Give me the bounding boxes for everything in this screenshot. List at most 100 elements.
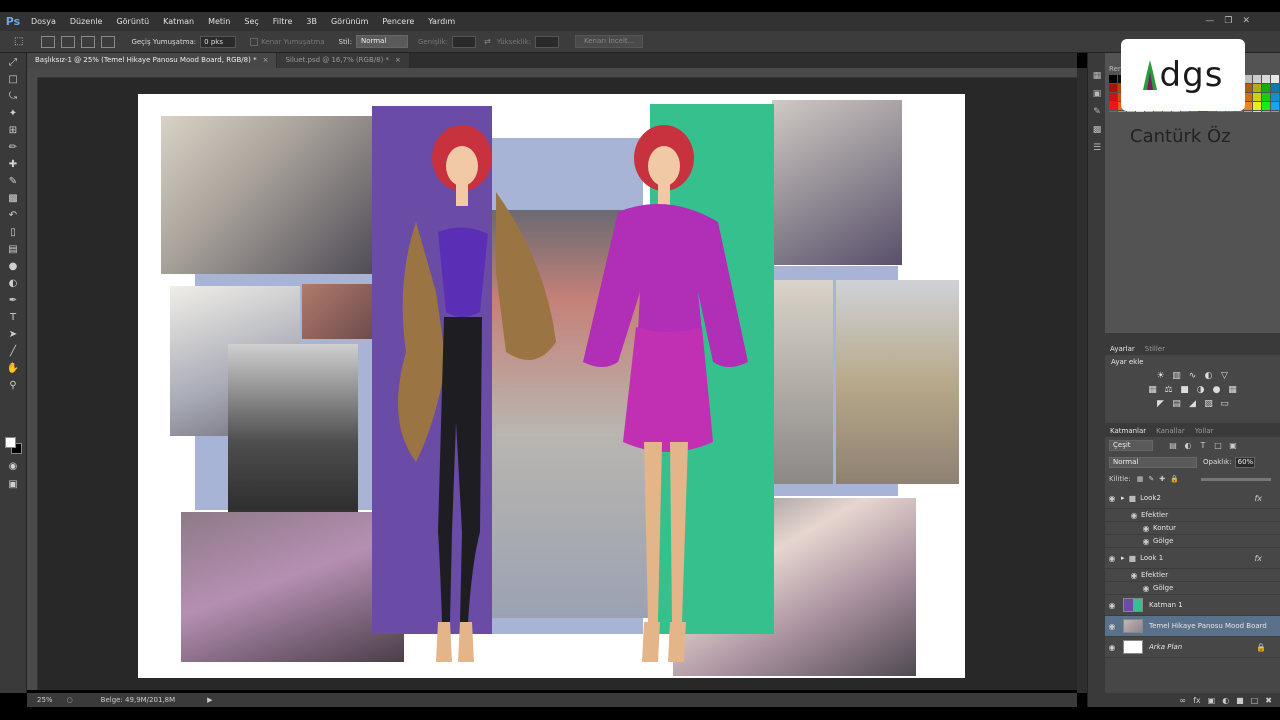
tab-channels[interactable]: Kanallar (1151, 427, 1190, 435)
status-menu-arrow-icon[interactable]: ▶ (207, 696, 212, 704)
close-icon[interactable]: ✕ (1242, 16, 1250, 26)
menu-help[interactable]: Yardım (421, 12, 462, 31)
visibility-eye-icon[interactable]: ◉ (1105, 643, 1119, 652)
marquee-tool-preset-icon[interactable]: ⬚ (14, 36, 23, 47)
new-selection-icon[interactable] (41, 35, 56, 48)
blur-tool-icon[interactable]: ● (6, 260, 20, 273)
visibility-eye-icon[interactable]: ◉ (1139, 524, 1153, 533)
style-select[interactable]: Normal (355, 35, 408, 48)
hand-tool-icon[interactable]: ✋ (6, 362, 20, 375)
width-input[interactable] (452, 35, 477, 48)
new-group-icon[interactable]: ■ (1236, 696, 1244, 705)
new-adjustment-icon[interactable]: ◐ (1222, 696, 1229, 705)
layer-katman-1[interactable]: ◉ Katman 1 (1105, 595, 1280, 616)
filter-adjustment-icon[interactable]: ◐ (1182, 441, 1194, 450)
add-style-icon[interactable]: fx (1193, 696, 1201, 705)
close-tab-icon[interactable]: × (263, 56, 269, 64)
layer-effect-shadow[interactable]: ◉ Gölge (1105, 582, 1280, 595)
menu-image[interactable]: Görüntü (109, 12, 156, 31)
document-canvas[interactable] (138, 94, 965, 678)
layer-look1[interactable]: ◉ ▸ ■ Look 1 fx (1105, 548, 1280, 569)
color-swatch[interactable] (1253, 75, 1261, 83)
foreground-color-swatch[interactable] (5, 437, 16, 448)
vertical-scrollbar[interactable] (1077, 68, 1087, 693)
levels-icon[interactable]: ▥ (1171, 371, 1182, 381)
filter-shape-icon[interactable]: □ (1212, 441, 1224, 450)
menu-type[interactable]: Metin (201, 12, 237, 31)
brightness-icon[interactable]: ☀ (1155, 371, 1166, 381)
visibility-eye-icon[interactable]: ◉ (1105, 494, 1119, 503)
add-selection-icon[interactable] (61, 35, 76, 48)
color-swatch[interactable] (1253, 102, 1261, 110)
menu-file[interactable]: Dosya (24, 12, 63, 31)
lock-transparency-icon[interactable]: ▦ (1137, 475, 1144, 483)
photo-filter-icon[interactable]: ◑ (1195, 385, 1206, 395)
layer-filter-select[interactable]: Çeşit (1109, 440, 1153, 451)
menu-filter[interactable]: Filtre (266, 12, 300, 31)
add-mask-icon[interactable]: ▣ (1208, 696, 1216, 705)
color-lookup-icon[interactable]: ▦ (1227, 385, 1238, 395)
subtract-selection-icon[interactable] (81, 35, 96, 48)
expand-arrow-icon[interactable]: ▸ (1121, 494, 1125, 502)
properties-panel-icon[interactable]: ☰ (1091, 143, 1103, 154)
link-layers-icon[interactable]: ∞ (1179, 696, 1186, 705)
visibility-eye-icon[interactable]: ◉ (1105, 601, 1119, 610)
color-swatch[interactable] (1262, 102, 1270, 110)
tab-adjustments[interactable]: Ayarlar (1105, 345, 1140, 353)
status-options-icon[interactable]: ○ (67, 696, 73, 704)
eraser-tool-icon[interactable]: ▯ (6, 226, 20, 239)
color-swatch[interactable] (1271, 93, 1279, 101)
marquee-tool-icon[interactable]: □ (6, 73, 20, 86)
screen-mode-icon[interactable]: ▣ (6, 478, 20, 491)
color-swatch[interactable] (1109, 84, 1117, 92)
dodge-tool-icon[interactable]: ◐ (6, 277, 20, 290)
stamp-tool-icon[interactable]: ▩ (6, 192, 20, 205)
hue-saturation-icon[interactable]: ▦ (1147, 385, 1158, 395)
zoom-level[interactable]: 25% (37, 696, 53, 704)
feather-input[interactable]: 0 pks (200, 35, 237, 48)
visibility-eye-icon[interactable]: ◉ (1105, 554, 1119, 563)
menu-window[interactable]: Pencere (375, 12, 421, 31)
expand-arrow-icon[interactable]: ▸ (1121, 554, 1125, 562)
layer-mood-board[interactable]: ◉ Temel Hikaye Panosu Mood Board (1105, 616, 1280, 637)
color-swatch[interactable] (1253, 93, 1261, 101)
move-tool-icon[interactable]: ⤢ (6, 56, 20, 69)
lasso-tool-icon[interactable]: ⤿ (6, 90, 20, 103)
tab-styles[interactable]: Stiller (1140, 345, 1170, 353)
color-swatch[interactable] (1253, 84, 1261, 92)
crop-tool-icon[interactable]: ⊞ (6, 124, 20, 137)
restore-icon[interactable]: ❐ (1224, 16, 1232, 26)
lock-all-icon[interactable]: 🔒 (1170, 475, 1179, 483)
color-swatch[interactable] (1109, 75, 1117, 83)
opacity-slider[interactable] (1200, 477, 1271, 481)
lock-position-icon[interactable]: ✚ (1159, 475, 1165, 483)
tab-document-1[interactable]: Başlıksız-1 @ 25% (Temel Hikaye Panosu M… (27, 53, 277, 68)
zoom-tool-icon[interactable]: ⚲ (6, 379, 20, 392)
minimize-icon[interactable]: — (1205, 16, 1214, 26)
filter-type-icon[interactable]: T (1197, 441, 1209, 450)
gradient-tool-icon[interactable]: ▤ (6, 243, 20, 256)
refine-edge-button[interactable]: Kenarı İncelt... (575, 35, 644, 48)
swap-dimensions-icon[interactable]: ⇄ (484, 37, 491, 46)
channel-mixer-icon[interactable]: ● (1211, 385, 1222, 395)
layer-effects[interactable]: ◉ Efektler (1105, 509, 1280, 522)
vibrance-icon[interactable]: ▽ (1219, 371, 1230, 381)
path-select-tool-icon[interactable]: ➤ (6, 328, 20, 341)
tab-layers[interactable]: Katmanlar (1105, 427, 1151, 435)
canvas-workspace[interactable] (38, 78, 1077, 690)
color-swatch[interactable] (1109, 93, 1117, 101)
healing-tool-icon[interactable]: ✚ (6, 158, 20, 171)
history-brush-tool-icon[interactable]: ↶ (6, 209, 20, 222)
opacity-input[interactable]: 60% (1234, 456, 1255, 468)
gradient-map-icon[interactable]: ▭ (1219, 399, 1230, 409)
height-input[interactable] (535, 35, 559, 48)
exposure-icon[interactable]: ◐ (1203, 371, 1214, 381)
invert-icon[interactable]: ◤ (1155, 399, 1166, 409)
color-swatch[interactable] (1262, 75, 1270, 83)
color-swatch[interactable] (1244, 75, 1252, 83)
delete-layer-icon[interactable]: ✖ (1265, 696, 1272, 705)
close-tab-icon[interactable]: × (395, 56, 401, 64)
pen-tool-icon[interactable]: ✒ (6, 294, 20, 307)
quick-select-tool-icon[interactable]: ✦ (6, 107, 20, 120)
lock-pixels-icon[interactable]: ✎ (1148, 475, 1154, 483)
